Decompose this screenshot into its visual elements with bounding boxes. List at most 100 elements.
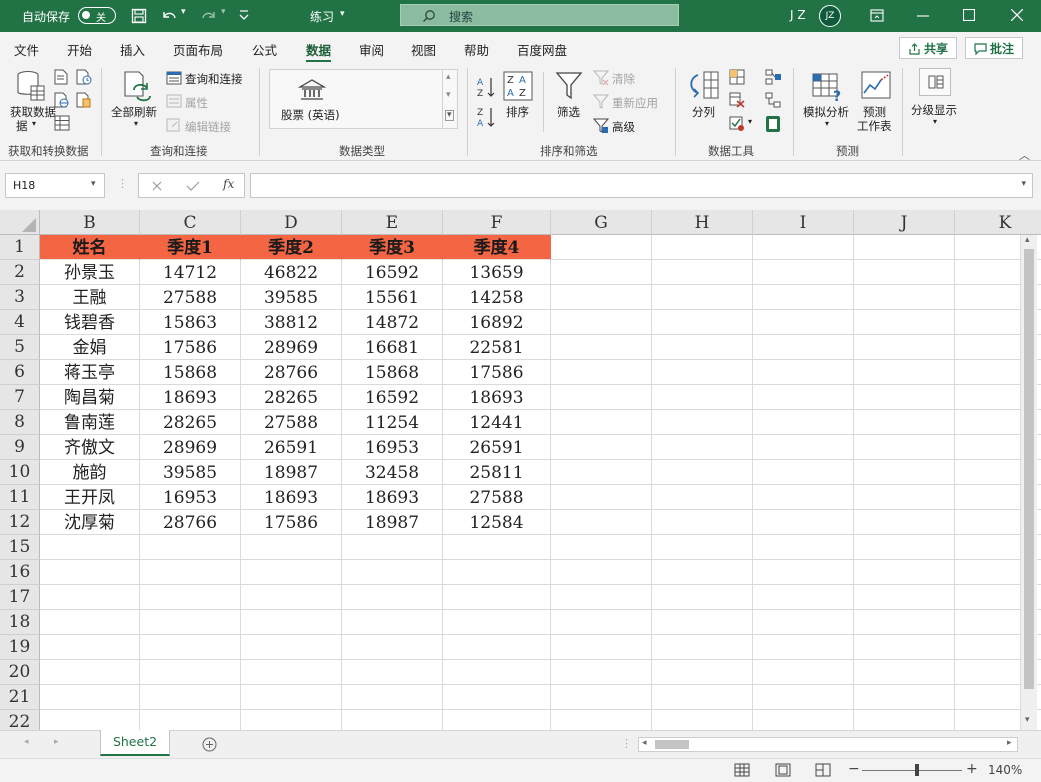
expand-formula-icon[interactable]: ▾ xyxy=(1021,179,1026,189)
row-header-4[interactable]: 4 xyxy=(0,310,40,335)
value-cell[interactable]: 25811 xyxy=(443,460,551,485)
name-cell[interactable]: 钱碧香 xyxy=(40,310,140,335)
gallery-more-icon[interactable]: ▾ xyxy=(445,110,454,121)
empty-cell[interactable] xyxy=(753,310,854,335)
search-box[interactable]: 搜索 xyxy=(400,4,679,26)
empty-cell[interactable] xyxy=(551,635,652,660)
empty-cell[interactable] xyxy=(40,685,140,710)
empty-cell[interactable] xyxy=(551,485,652,510)
row-header-9[interactable]: 9 xyxy=(0,435,40,460)
undo-dropdown-icon[interactable]: ▾ xyxy=(181,7,186,17)
chevron-down-icon[interactable]: ▾ xyxy=(134,119,138,128)
empty-cell[interactable] xyxy=(551,310,652,335)
empty-cell[interactable] xyxy=(652,410,753,435)
empty-cell[interactable] xyxy=(241,610,342,635)
empty-cell[interactable] xyxy=(753,335,854,360)
text-to-columns-button[interactable]: 分列 xyxy=(692,104,715,120)
properties-button[interactable]: 属性 xyxy=(185,95,208,111)
empty-cell[interactable] xyxy=(652,460,753,485)
next-sheet-icon[interactable]: ▸ xyxy=(54,737,59,747)
value-cell[interactable]: 14872 xyxy=(342,310,443,335)
worksheet-grid[interactable]: BCDEFGHIJK 1 2 3 4 5 6 7 8 9 10 11 12 15 16 17 18 19 20 21… xyxy=(0,210,1041,730)
column-header-g[interactable]: G xyxy=(551,210,652,235)
row-header-15[interactable]: 15 xyxy=(0,535,40,560)
value-cell[interactable]: 46822 xyxy=(241,260,342,285)
empty-cell[interactable] xyxy=(241,685,342,710)
empty-cell[interactable] xyxy=(443,685,551,710)
empty-cell[interactable] xyxy=(551,410,652,435)
empty-cell[interactable] xyxy=(753,560,854,585)
prev-sheet-icon[interactable]: ◂ xyxy=(24,737,29,747)
chevron-down-icon[interactable]: ▾ xyxy=(748,117,752,126)
value-cell[interactable]: 12441 xyxy=(443,410,551,435)
value-cell[interactable]: 17586 xyxy=(241,510,342,535)
from-table-icon[interactable] xyxy=(54,115,70,131)
empty-cell[interactable] xyxy=(342,535,443,560)
value-cell[interactable]: 28766 xyxy=(140,510,241,535)
name-cell[interactable]: 施韵 xyxy=(40,460,140,485)
empty-cell[interactable] xyxy=(652,710,753,730)
zoom-slider-thumb[interactable] xyxy=(915,764,919,776)
row-header-19[interactable]: 19 xyxy=(0,635,40,660)
row-header-11[interactable]: 11 xyxy=(0,485,40,510)
column-header-c[interactable]: C xyxy=(140,210,241,235)
data-model-icon[interactable] xyxy=(765,115,781,133)
value-cell[interactable]: 18693 xyxy=(241,485,342,510)
empty-cell[interactable] xyxy=(140,585,241,610)
empty-cell[interactable] xyxy=(140,610,241,635)
empty-cell[interactable] xyxy=(652,260,753,285)
name-box-dropdown-icon[interactable]: ▾ xyxy=(91,179,96,189)
value-cell[interactable]: 32458 xyxy=(342,460,443,485)
empty-cell[interactable] xyxy=(551,260,652,285)
empty-cell[interactable] xyxy=(551,510,652,535)
name-cell[interactable]: 沈厚菊 xyxy=(40,510,140,535)
save-icon[interactable] xyxy=(131,8,147,24)
row-header-10[interactable]: 10 xyxy=(0,460,40,485)
empty-cell[interactable] xyxy=(140,535,241,560)
column-header-k[interactable]: K xyxy=(955,210,1041,235)
row-header-2[interactable]: 2 xyxy=(0,260,40,285)
empty-cell[interactable] xyxy=(652,310,753,335)
value-cell[interactable]: 28969 xyxy=(140,435,241,460)
refresh-all-button[interactable]: 全部刷新 xyxy=(111,104,157,120)
empty-cell[interactable] xyxy=(551,335,652,360)
value-cell[interactable]: 16592 xyxy=(342,260,443,285)
empty-cell[interactable] xyxy=(753,260,854,285)
tab-insert[interactable]: 插入 xyxy=(120,40,145,59)
close-icon[interactable] xyxy=(1011,9,1023,21)
tab-file[interactable]: 文件 xyxy=(14,40,39,59)
name-cell[interactable]: 金娟 xyxy=(40,335,140,360)
empty-cell[interactable] xyxy=(854,310,955,335)
empty-cell[interactable] xyxy=(652,585,753,610)
value-cell[interactable]: 16892 xyxy=(443,310,551,335)
empty-cell[interactable] xyxy=(854,510,955,535)
empty-cell[interactable] xyxy=(443,560,551,585)
empty-cell[interactable] xyxy=(40,585,140,610)
empty-cell[interactable] xyxy=(551,460,652,485)
empty-cell[interactable] xyxy=(753,635,854,660)
zoom-out-button[interactable]: − xyxy=(848,761,860,777)
empty-cell[interactable] xyxy=(443,535,551,560)
empty-cell[interactable] xyxy=(854,460,955,485)
empty-cell[interactable] xyxy=(40,710,140,730)
empty-cell[interactable] xyxy=(140,635,241,660)
normal-view-icon[interactable] xyxy=(734,763,750,777)
redo-dropdown-icon[interactable]: ▾ xyxy=(221,7,226,17)
clear-button[interactable]: 清除 xyxy=(612,71,635,87)
column-header-h[interactable]: H xyxy=(652,210,753,235)
tab-formulas[interactable]: 公式 xyxy=(252,40,277,59)
recent-sources-icon[interactable] xyxy=(76,69,92,85)
document-title[interactable]: 练习 xyxy=(310,8,334,25)
tab-view[interactable]: 视图 xyxy=(411,40,436,59)
value-cell[interactable]: 18693 xyxy=(342,485,443,510)
data-types-gallery[interactable]: 股票 (英语) ▴ ▾ ▾ xyxy=(269,69,458,129)
empty-cell[interactable] xyxy=(551,685,652,710)
empty-cell[interactable] xyxy=(241,535,342,560)
header-cell[interactable]: 季度4 xyxy=(443,235,551,260)
empty-cell[interactable] xyxy=(342,585,443,610)
title-chevron-icon[interactable]: ▾ xyxy=(340,9,345,19)
empty-cell[interactable] xyxy=(854,335,955,360)
empty-cell[interactable] xyxy=(241,710,342,730)
column-header-e[interactable]: E xyxy=(342,210,443,235)
value-cell[interactable]: 28969 xyxy=(241,335,342,360)
